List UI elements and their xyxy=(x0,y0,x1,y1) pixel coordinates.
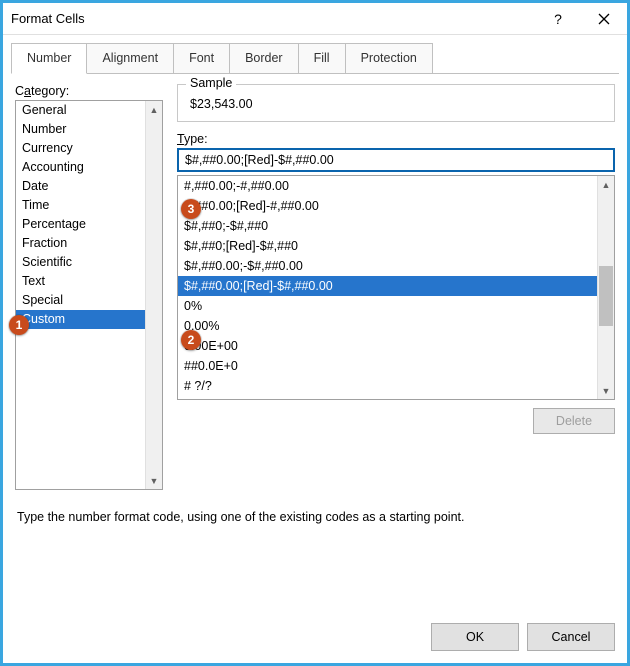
close-icon xyxy=(598,13,610,25)
callout-2: 2 xyxy=(181,330,201,350)
chevron-up-icon[interactable]: ▲ xyxy=(598,176,614,193)
callout-3: 3 xyxy=(181,199,201,219)
list-item[interactable]: Special xyxy=(16,291,145,310)
window-title: Format Cells xyxy=(11,11,85,26)
chevron-down-icon[interactable]: ▼ xyxy=(146,472,162,489)
category-column: Category: General Number Currency Accoun… xyxy=(15,84,163,492)
sample-value: $23,543.00 xyxy=(188,91,604,111)
list-item[interactable]: Number xyxy=(16,120,145,139)
type-input[interactable] xyxy=(177,148,615,172)
tab-bar: Number Alignment Font Border Fill Protec… xyxy=(11,43,619,74)
close-button[interactable] xyxy=(581,3,627,35)
list-item[interactable]: Currency xyxy=(16,139,145,158)
dialog-format-cells: Format Cells ? Number Alignment Font Bor… xyxy=(0,0,630,666)
dialog-footer: OK Cancel xyxy=(3,613,627,663)
type-label: Type: xyxy=(177,132,615,146)
titlebar: Format Cells ? xyxy=(3,3,627,35)
right-column: Sample $23,543.00 Type: #,##0.00;-#,##0.… xyxy=(177,84,615,492)
category-label: Category: xyxy=(15,84,163,98)
list-item[interactable]: Text xyxy=(16,272,145,291)
list-item[interactable]: Scientific xyxy=(16,253,145,272)
list-item[interactable]: 0.00E+00 xyxy=(178,336,597,356)
callout-1: 1 xyxy=(9,315,29,335)
list-item[interactable]: # ?/? xyxy=(178,376,597,396)
list-item[interactable]: $#,##0;-$#,##0 xyxy=(178,216,597,236)
list-item[interactable]: $#,##0;[Red]-$#,##0 xyxy=(178,236,597,256)
list-item[interactable]: Fraction xyxy=(16,234,145,253)
list-item[interactable]: Date xyxy=(16,177,145,196)
list-item-selected[interactable]: $#,##0.00;[Red]-$#,##0.00 xyxy=(178,276,597,296)
list-item[interactable]: Accounting xyxy=(16,158,145,177)
list-item[interactable]: 0% xyxy=(178,296,597,316)
tab-number[interactable]: Number xyxy=(11,43,87,74)
cancel-button[interactable]: Cancel xyxy=(527,623,615,651)
scrollbar[interactable]: ▲ ▼ xyxy=(597,176,614,399)
tab-protection[interactable]: Protection xyxy=(345,43,433,73)
category-listbox[interactable]: General Number Currency Accounting Date … xyxy=(15,100,163,490)
list-item[interactable]: #,##0.00;[Red]-#,##0.00 xyxy=(178,196,597,216)
chevron-up-icon[interactable]: ▲ xyxy=(146,101,162,118)
delete-button[interactable]: Delete xyxy=(533,408,615,434)
tab-border[interactable]: Border xyxy=(229,43,299,73)
list-item[interactable]: Time xyxy=(16,196,145,215)
ok-button[interactable]: OK xyxy=(431,623,519,651)
hint-text: Type the number format code, using one o… xyxy=(15,510,615,524)
tab-fill[interactable]: Fill xyxy=(298,43,346,73)
type-listbox[interactable]: #,##0.00;-#,##0.00 #,##0.00;[Red]-#,##0.… xyxy=(177,175,615,400)
list-item[interactable]: #,##0.00;-#,##0.00 xyxy=(178,176,597,196)
chevron-down-icon[interactable]: ▼ xyxy=(598,382,614,399)
list-item[interactable]: $#,##0.00;-$#,##0.00 xyxy=(178,256,597,276)
help-button[interactable]: ? xyxy=(535,3,581,35)
sample-label: Sample xyxy=(186,76,236,90)
list-item[interactable]: 0.00% xyxy=(178,316,597,336)
scrollbar-thumb[interactable] xyxy=(599,266,613,326)
scrollbar[interactable]: ▲ ▼ xyxy=(145,101,162,489)
dialog-body: Category: General Number Currency Accoun… xyxy=(3,74,627,613)
tab-alignment[interactable]: Alignment xyxy=(86,43,174,73)
list-item[interactable]: General xyxy=(16,101,145,120)
list-item[interactable]: Percentage xyxy=(16,215,145,234)
list-item[interactable]: ##0.0E+0 xyxy=(178,356,597,376)
list-item-custom[interactable]: Custom xyxy=(16,310,145,329)
sample-group: Sample $23,543.00 xyxy=(177,84,615,122)
tab-font[interactable]: Font xyxy=(173,43,230,73)
